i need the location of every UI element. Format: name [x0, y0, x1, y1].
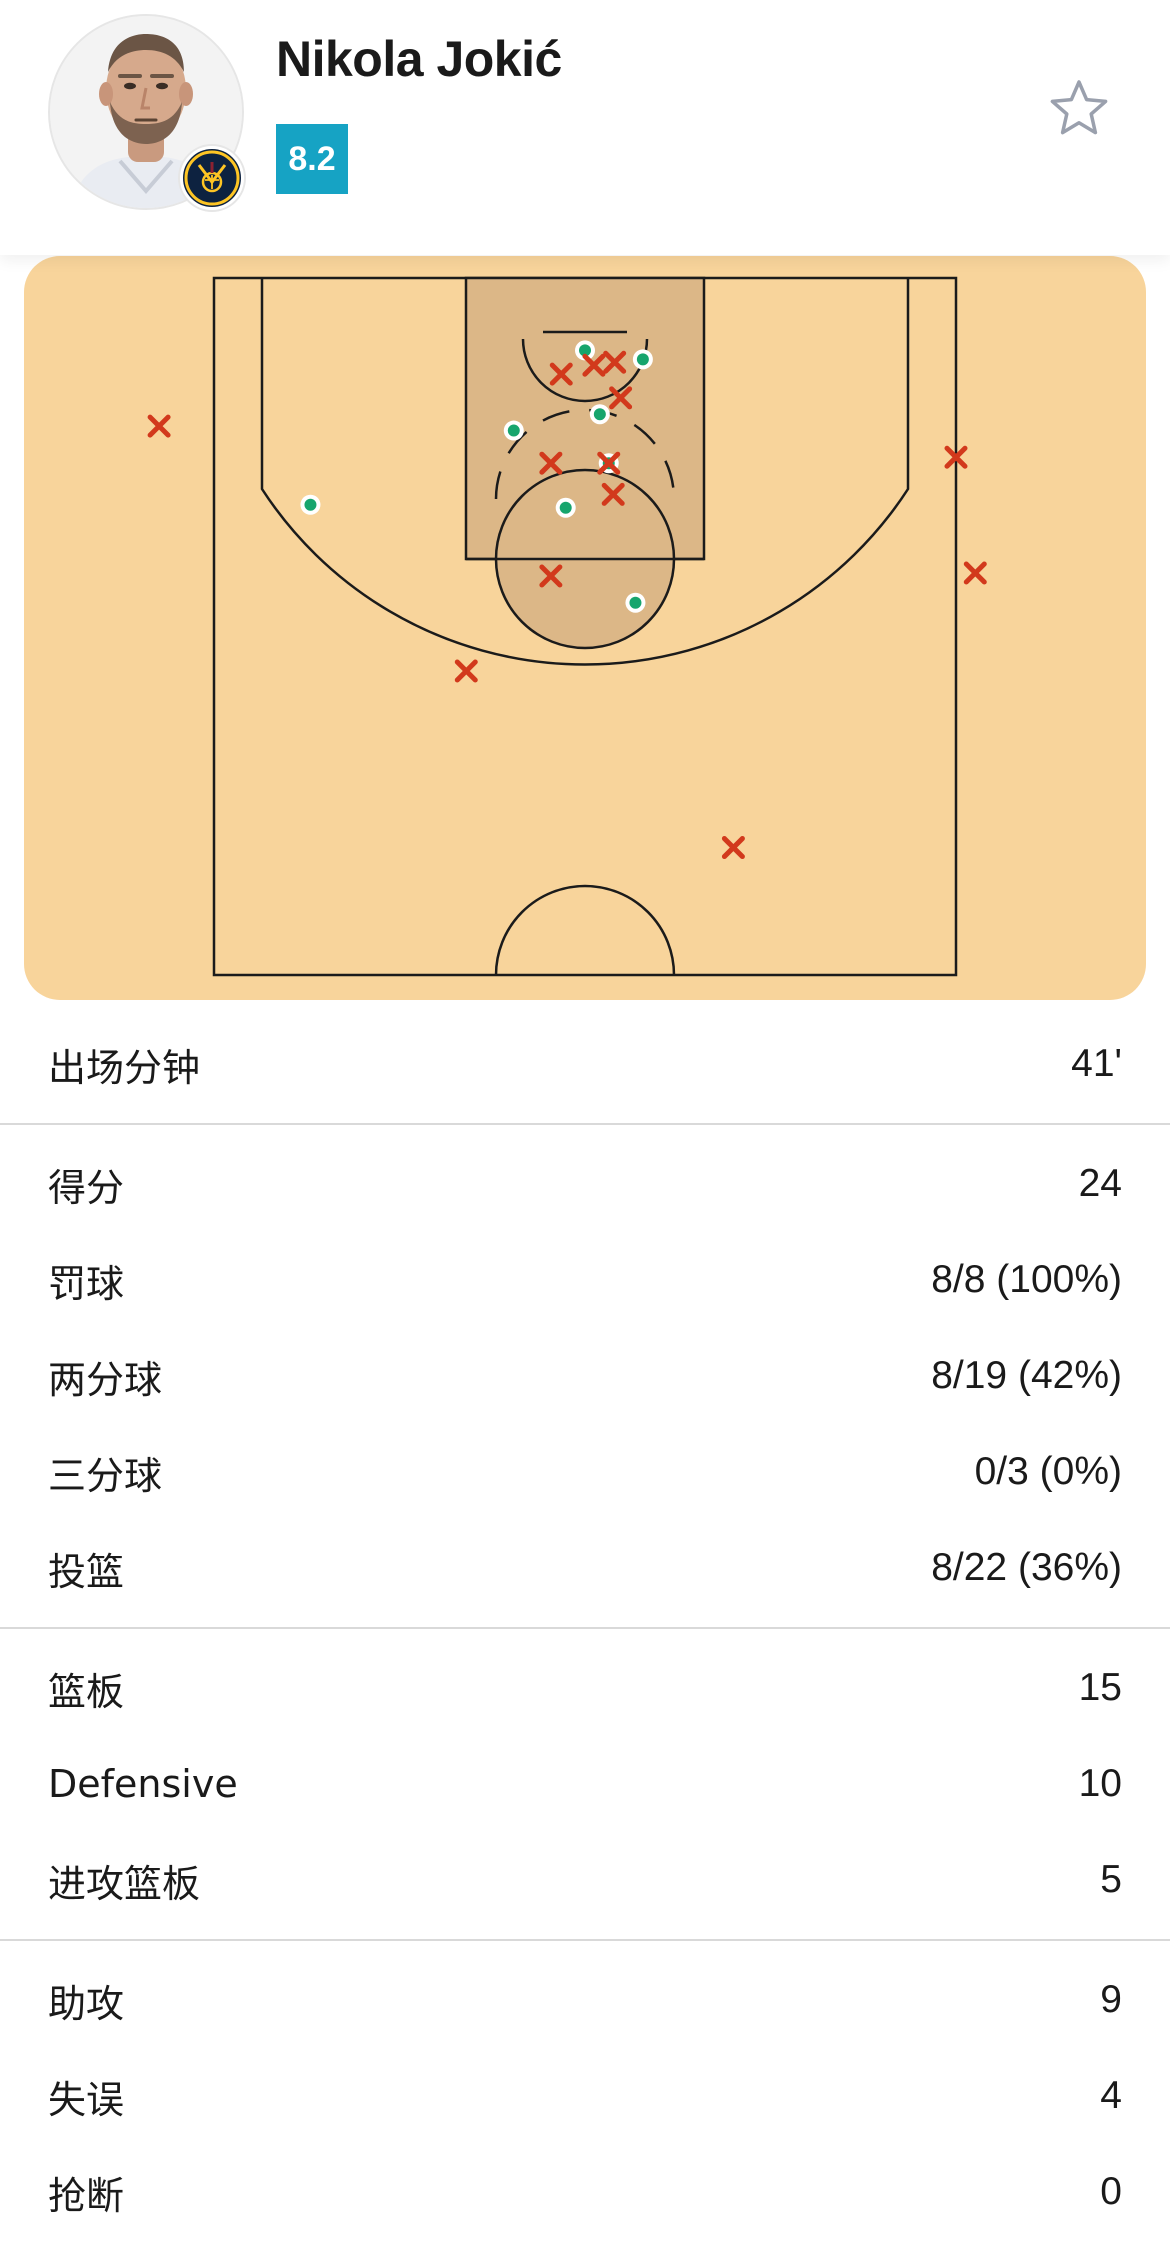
- made-shot-marker: [503, 420, 524, 441]
- stat-row: 两分球 8/19 (42%): [0, 1328, 1170, 1424]
- section-divider: [0, 1123, 1170, 1125]
- section-divider: [0, 1627, 1170, 1629]
- player-rating-badge: 8.2: [276, 124, 348, 194]
- player-name: Nikola Jokić: [276, 31, 562, 87]
- stat-label: 助攻: [48, 1981, 125, 2026]
- stat-label: 篮板: [48, 1669, 125, 1714]
- stat-value: 0/3 (0%): [974, 1450, 1122, 1493]
- player-header: Nikola Jokić 8.2: [0, 0, 1170, 255]
- made-shot-marker: [589, 404, 610, 425]
- team-logo-icon[interactable]: [180, 146, 244, 210]
- stat-label: 抢断: [48, 2173, 125, 2218]
- stat-value: 10: [1078, 1762, 1122, 1805]
- made-shot-marker: [555, 497, 576, 518]
- stat-value: 9: [1100, 1978, 1122, 2021]
- stat-value: 41': [1071, 1042, 1122, 1085]
- stat-label: 得分: [48, 1165, 125, 1210]
- stat-label: 两分球: [48, 1357, 163, 1402]
- star-outline-icon: [1050, 80, 1108, 135]
- stat-row: 罚球 8/8 (100%): [0, 1232, 1170, 1328]
- stat-value: 0: [1100, 2170, 1122, 2213]
- section-divider: [0, 1939, 1170, 1941]
- made-shot-marker: [625, 592, 646, 613]
- stat-value: 4: [1100, 2074, 1122, 2117]
- favorite-button[interactable]: [1046, 76, 1112, 142]
- stat-label: 失误: [48, 2077, 125, 2122]
- stat-row: 抢断 0: [0, 2144, 1170, 2240]
- stat-row: 投篮 8/22 (36%): [0, 1520, 1170, 1616]
- made-shot-marker: [300, 494, 321, 515]
- stat-label: 三分球: [48, 1453, 163, 1498]
- missed-shot-marker: [721, 836, 745, 860]
- missed-shot-marker: [454, 659, 478, 683]
- stat-row: 进攻篮板 5: [0, 1832, 1170, 1928]
- stat-value: 5: [1100, 1858, 1122, 1901]
- stat-value: 8/8 (100%): [931, 1258, 1122, 1301]
- stat-value: 15: [1078, 1666, 1122, 1709]
- stat-row: 得分 24: [0, 1136, 1170, 1232]
- shot-chart: [24, 256, 1146, 1000]
- made-shot-marker: [632, 349, 653, 370]
- stat-value: 24: [1078, 1162, 1122, 1205]
- stat-label: 进攻篮板: [48, 1861, 201, 1906]
- stat-label: Defensive: [48, 1762, 238, 1806]
- stat-row: 篮板 15: [0, 1640, 1170, 1736]
- stat-label: 投篮: [48, 1549, 125, 1594]
- stat-value: 8/22 (36%): [931, 1546, 1122, 1589]
- stats-list: 出场分钟 41' 得分 24 罚球 8/8 (100%) 两分球 8/19 (42%) 三分球 0…: [0, 1016, 1170, 2240]
- stat-row: Defensive 10: [0, 1736, 1170, 1832]
- stat-row: 失误 4: [0, 2048, 1170, 2144]
- missed-shot-marker: [147, 414, 171, 438]
- stat-label: 出场分钟: [48, 1045, 201, 1090]
- stat-row: 三分球 0/3 (0%): [0, 1424, 1170, 1520]
- stat-label: 罚球: [48, 1261, 125, 1306]
- stat-row: 助攻 9: [0, 1952, 1170, 2048]
- stat-value: 8/19 (42%): [931, 1354, 1122, 1397]
- stat-row: 出场分钟 41': [0, 1016, 1170, 1112]
- missed-shot-marker: [963, 561, 987, 585]
- court-diagram: [147, 276, 987, 977]
